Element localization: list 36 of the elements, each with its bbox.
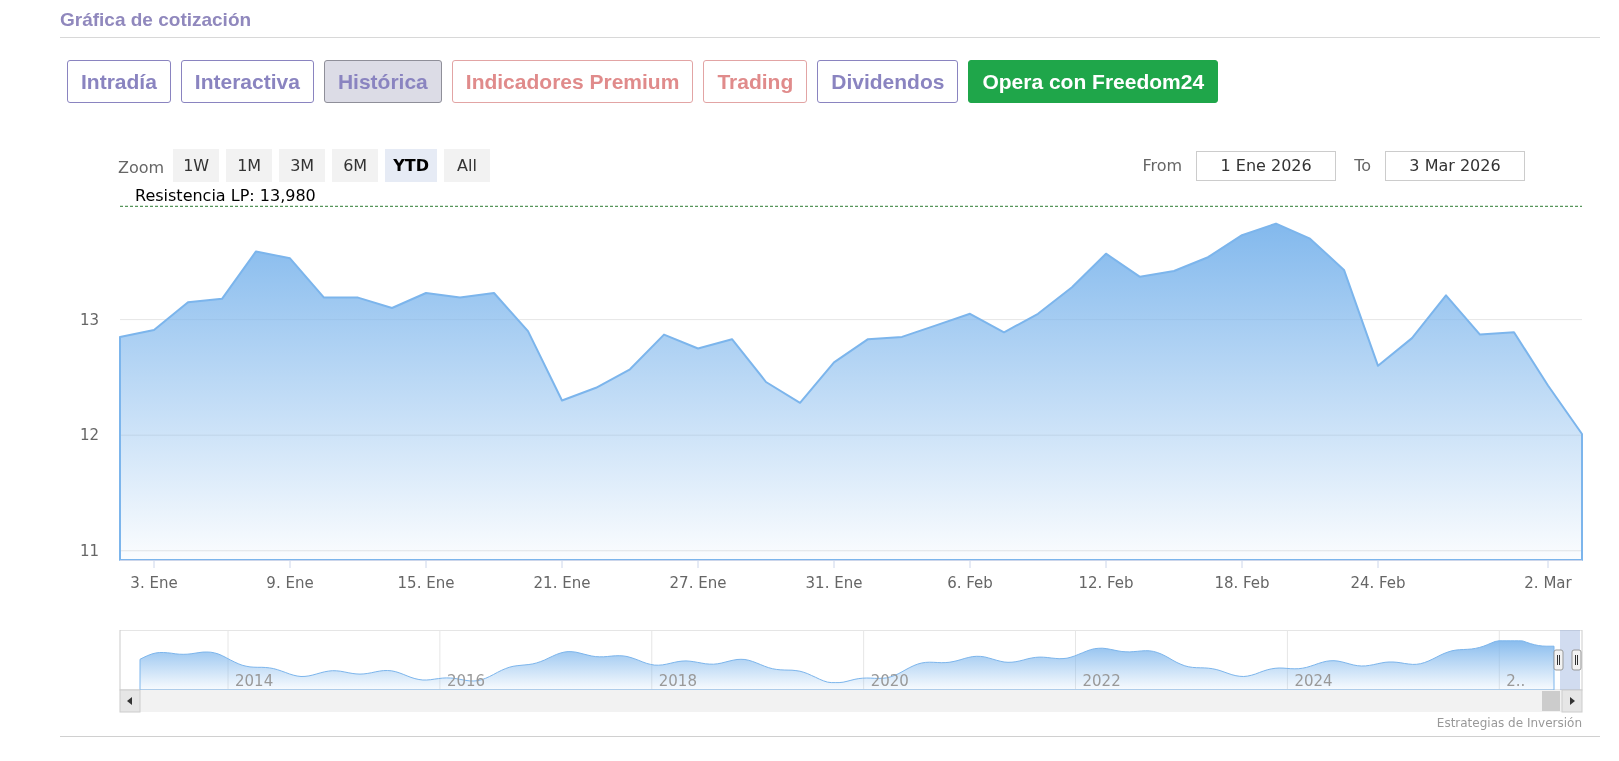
x-axis-label: 31. Ene — [805, 574, 863, 592]
navigator-year-label: 2024 — [1294, 672, 1333, 690]
navigator-year-label: 2022 — [1082, 672, 1121, 690]
navigator-year-label: 2018 — [658, 672, 697, 690]
y-axis-label: 11 — [80, 541, 100, 560]
range-button[interactable]: 1M — [226, 149, 273, 182]
x-axis-label: 21. Ene — [533, 574, 591, 592]
x-axis-label: 27. Ene — [669, 574, 727, 592]
navigator-year-label: 2020 — [870, 672, 909, 690]
from-label: From — [1142, 156, 1183, 175]
x-axis-label: 2. Mar — [1524, 574, 1572, 592]
x-axis-label: 12. Feb — [1078, 574, 1134, 592]
range-button[interactable]: YTD — [385, 149, 437, 182]
zoom-label: Zoom — [118, 158, 165, 177]
navigator-year-label: 2.. — [1506, 672, 1526, 690]
range-button[interactable]: 1W — [173, 149, 220, 182]
x-axis-label: 15. Ene — [397, 574, 455, 592]
x-axis-label: 18. Feb — [1214, 574, 1270, 592]
scrollbar[interactable] — [119, 689, 1583, 713]
y-axis-label: 13 — [80, 310, 100, 329]
navigator-handle-icon[interactable] — [1571, 649, 1582, 671]
from-date-field[interactable]: 1 Ene 2026 — [1196, 150, 1337, 181]
to-label: To — [1354, 156, 1371, 175]
y-axis-label: 12 — [80, 426, 100, 445]
range-button[interactable]: All — [443, 149, 490, 182]
x-axis-label: 9. Ene — [266, 574, 314, 592]
x-axis-label: 3. Ene — [130, 574, 178, 592]
navigator-handle-icon[interactable] — [1553, 649, 1564, 671]
section-title: Gráfica de cotización — [60, 8, 252, 32]
range-button[interactable]: 3M — [279, 149, 326, 182]
navigator-year-label: 2014 — [235, 672, 274, 690]
x-axis-label: 24. Feb — [1350, 574, 1406, 592]
x-axis-label: 6. Feb — [947, 574, 993, 592]
range-button[interactable]: 6M — [332, 149, 379, 182]
to-date-field[interactable]: 3 Mar 2026 — [1385, 150, 1525, 181]
resistance-label: Resistencia LP: 13,980 — [135, 186, 316, 206]
